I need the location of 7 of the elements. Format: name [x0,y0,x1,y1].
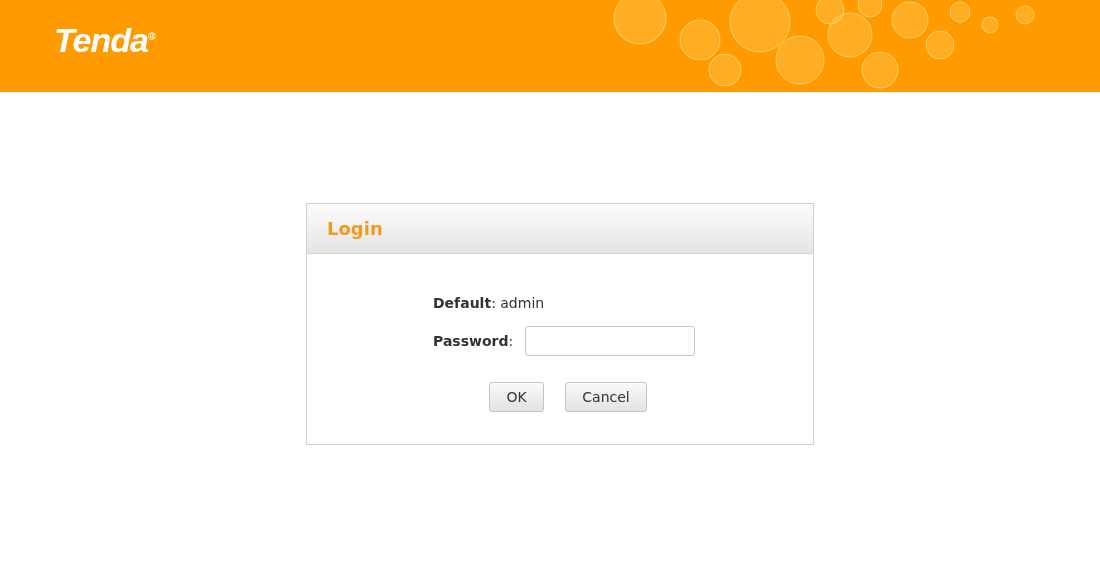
logo: Tenda$^{®}$ [54,20,155,60]
default-password-text: Default: admin [433,295,545,311]
cancel-button[interactable]: Cancel [565,382,647,412]
password-label: Password: [433,333,515,349]
ok-button[interactable]: OK [489,382,544,412]
password-field[interactable] [525,326,695,356]
dialog-title: Login [327,218,383,239]
